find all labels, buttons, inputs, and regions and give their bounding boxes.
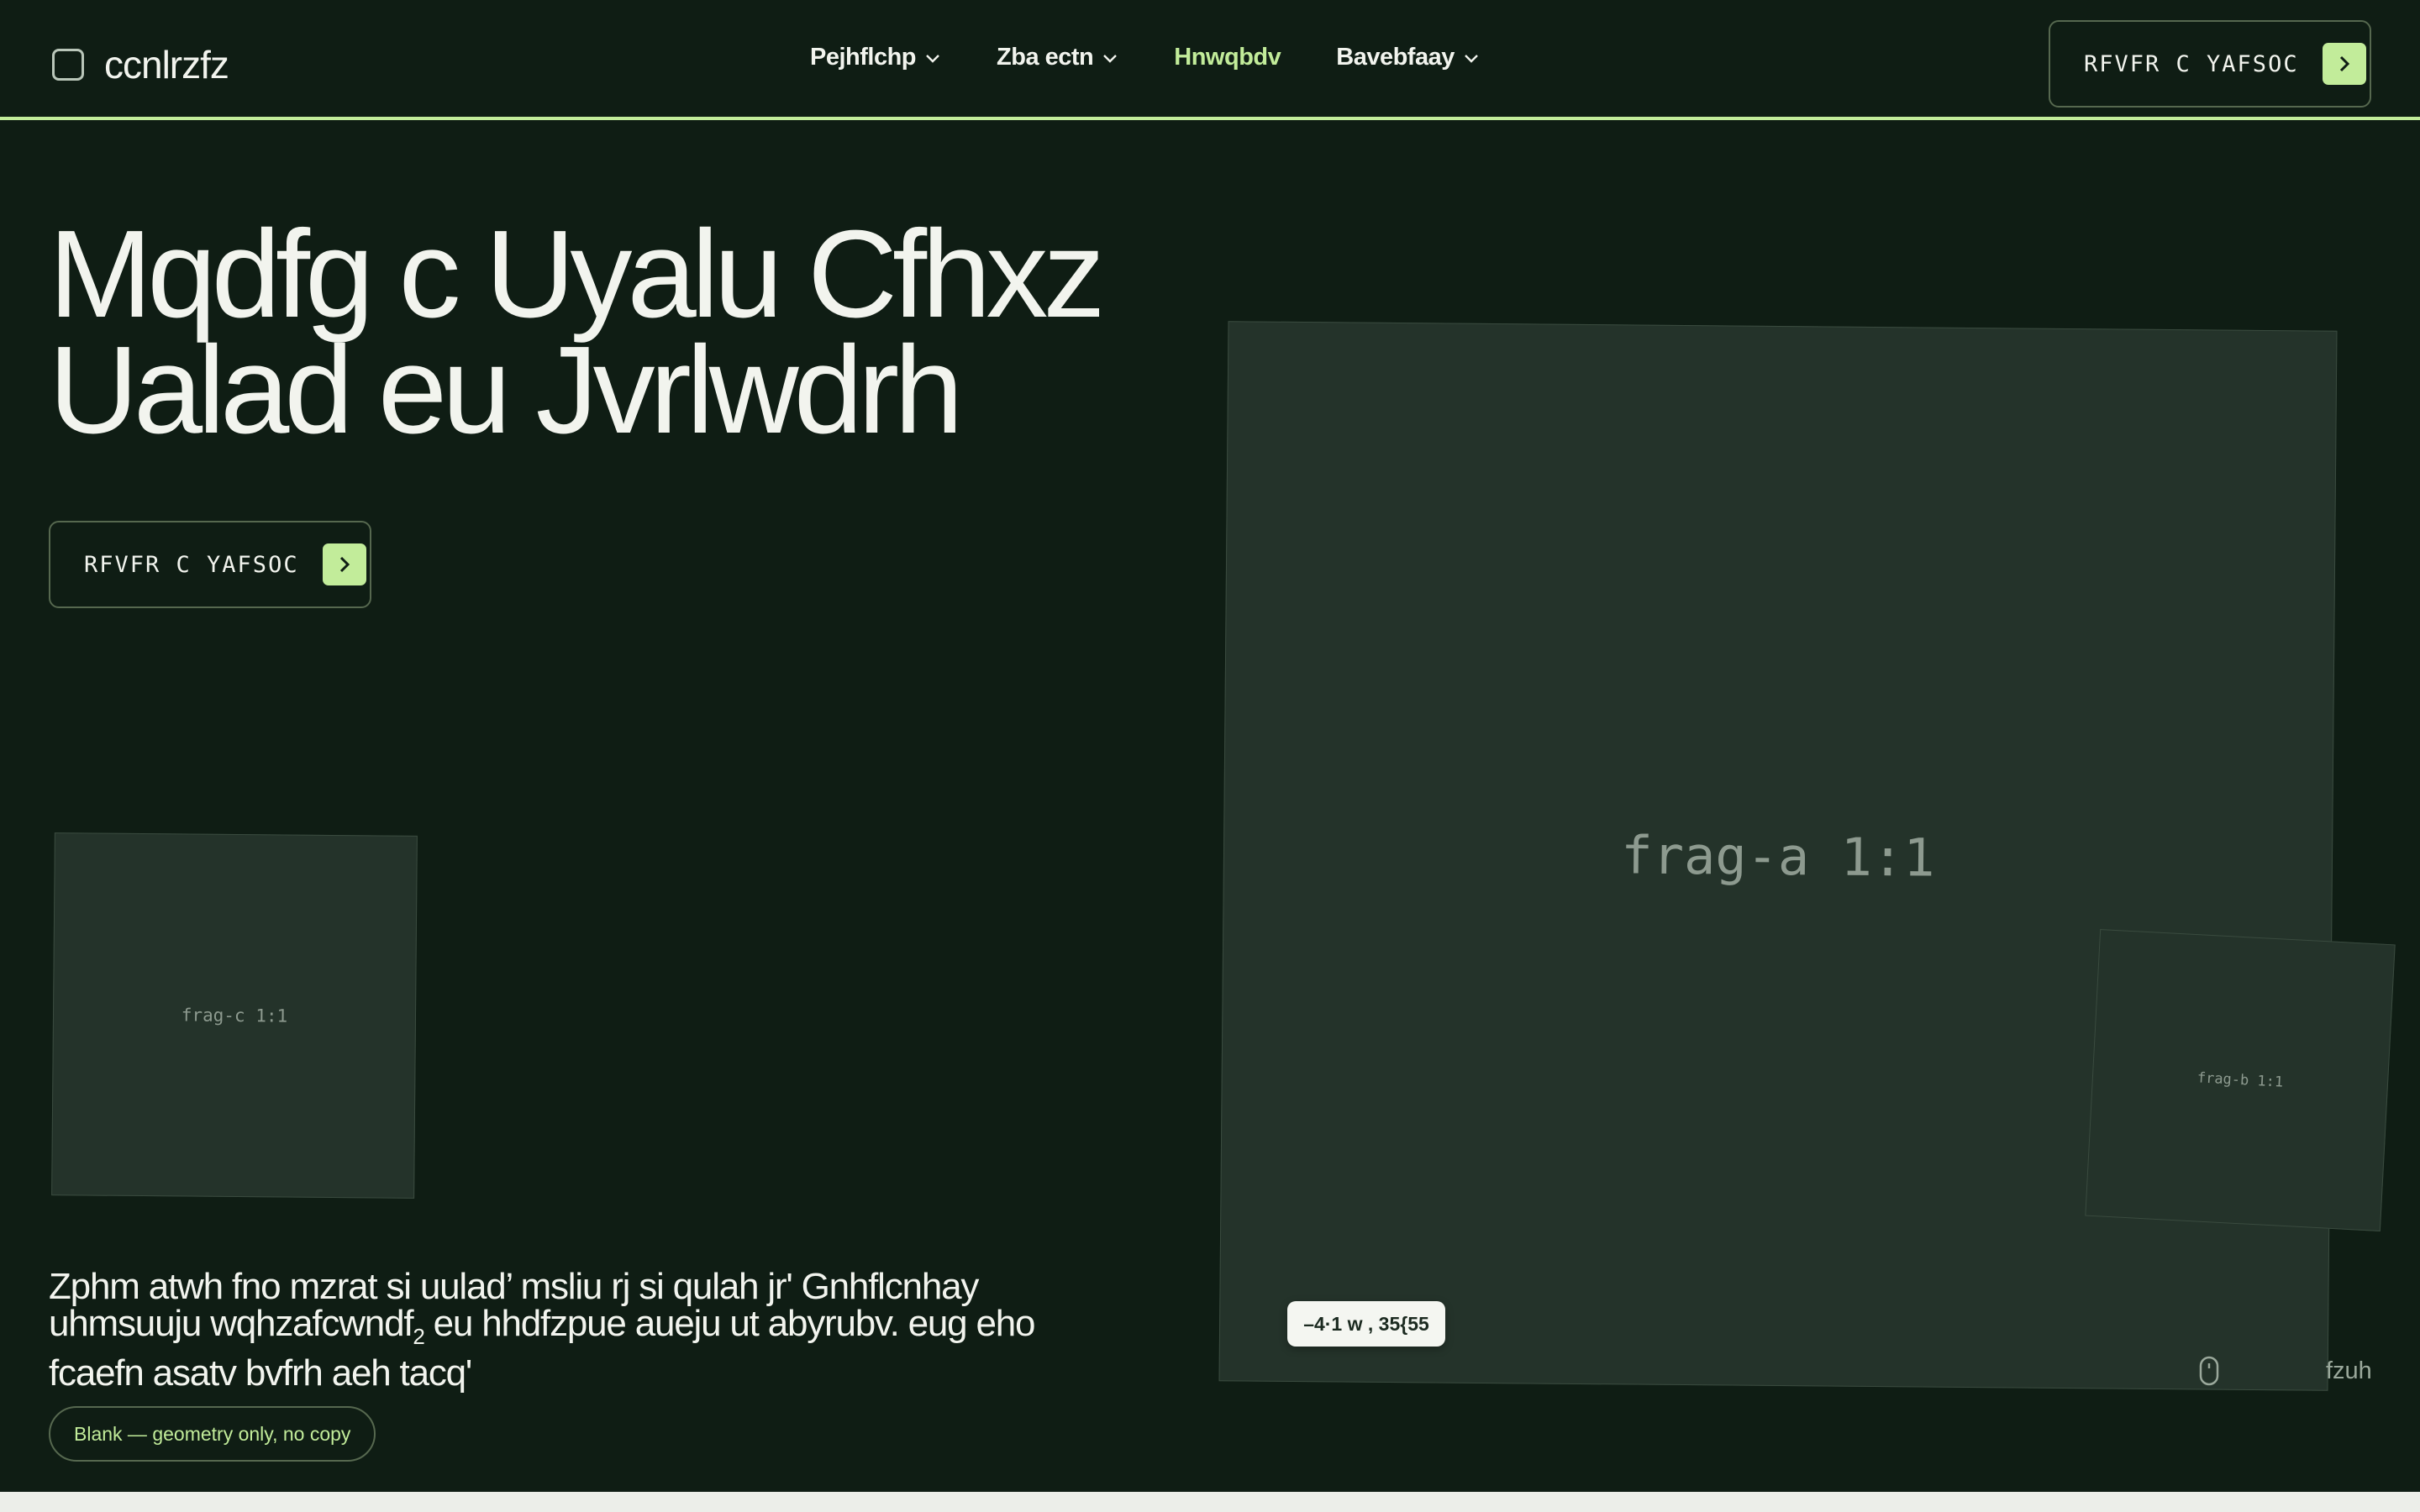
blank-status-text: Blank — geometry only, no copy	[74, 1422, 351, 1445]
hero-description-line-3: fcaefn asatv bvfrh aeh tacq'	[49, 1352, 472, 1394]
square-outline-icon	[52, 49, 84, 81]
hero-title-line-1: Mqdfg c Uyalu Cfhxz	[49, 205, 1105, 344]
coordinates-chip: –4·1 w , 35{55	[1287, 1301, 1445, 1347]
frag-c-label: frag-c 1:1	[181, 1005, 288, 1026]
scroll-label: fzuh	[2326, 1357, 2372, 1384]
top-navigation-bar: ccnlrzfz Pejhflchp Zba ectn Hnwqbdv Bave…	[0, 0, 2420, 120]
chevron-down-icon	[926, 54, 939, 63]
brand-logo[interactable]: ccnlrzfz	[52, 42, 229, 87]
image-placeholder-frag-b: frag-b 1:1	[2085, 929, 2396, 1231]
bottom-edge-strip	[0, 1492, 2420, 1512]
header-cta-label: RFVFR C YAFSOC	[2084, 50, 2299, 77]
nav-item-label: Zba ectn	[997, 44, 1094, 71]
nav-item-label: Hnwqbdv	[1174, 44, 1281, 71]
nav-item-label: Pejhflchp	[810, 44, 917, 71]
hero-description-line-2: uhmsuuju wqhzafcwndf	[49, 1303, 414, 1344]
hero-description-subscript: 2	[413, 1323, 424, 1349]
hero-description: Zphm atwh fno mzrat si uulad’ msliu rj s…	[49, 1268, 1175, 1392]
header-cta-button[interactable]: RFVFR C YAFSOC	[2049, 20, 2371, 108]
nav-item-hnwqbdv[interactable]: Hnwqbdv	[1174, 44, 1281, 71]
chevron-down-icon	[1465, 54, 1478, 63]
scroll-hint[interactable]	[2198, 1356, 2220, 1386]
hero-description-line-2-rest: eu hhdfzpue aueju ut abyrubv. eug eho	[424, 1303, 1036, 1344]
frag-a-label: frag-a 1:1	[1621, 823, 1935, 889]
chevron-down-icon	[1103, 54, 1118, 63]
nav-item-bavebfaay[interactable]: Bavebfaay	[1336, 44, 1480, 71]
nav-item-pejhflchp[interactable]: Pejhflchp	[810, 44, 941, 71]
hero-title-line-2: Ualad eu Jvrlwdrh	[49, 321, 964, 459]
blank-status-pill: Blank — geometry only, no copy	[49, 1406, 376, 1462]
mouse-icon	[2199, 1356, 2219, 1386]
hero-cta-button[interactable]: RFVFR C YAFSOC	[49, 521, 371, 608]
frag-b-label: frag-b 1:1	[2196, 1069, 2284, 1091]
coordinates-text: –4·1 w , 35{55	[1303, 1312, 1429, 1335]
main-nav: Pejhflchp Zba ectn Hnwqbdv Bavebfaay	[810, 44, 1535, 71]
hero-cta-label: RFVFR C YAFSOC	[84, 551, 299, 578]
chevron-right-icon	[2322, 43, 2366, 85]
nav-item-zba-ectn[interactable]: Zba ectn	[997, 44, 1118, 71]
nav-item-label: Bavebfaay	[1336, 44, 1455, 71]
chevron-right-icon	[322, 543, 366, 585]
image-placeholder-frag-a: frag-a 1:1	[1218, 321, 2338, 1391]
brand-name: ccnlrzfz	[104, 43, 229, 87]
hero-title: Mqdfg c Uyalu Cfhxz Ualad eu Jvrlwdrh	[49, 205, 1225, 459]
image-placeholder-frag-c: frag-c 1:1	[51, 832, 418, 1199]
hero-description-line-1: Zphm atwh fno mzrat si uulad’ msliu rj s…	[49, 1266, 979, 1307]
